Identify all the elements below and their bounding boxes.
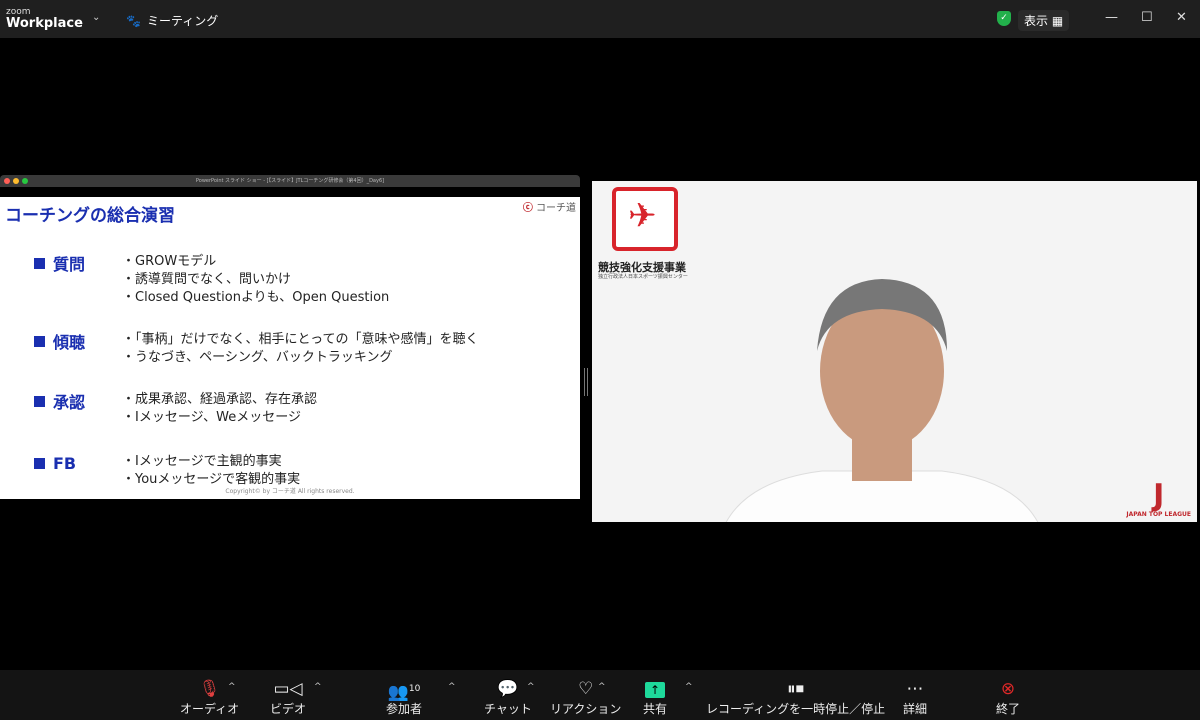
minimize-button[interactable]: — bbox=[1105, 10, 1118, 25]
chat-icon: 💬 bbox=[497, 679, 519, 699]
brand-logo: ⓒ コーチ道 bbox=[522, 203, 576, 214]
video-camera-icon: ▭◁ bbox=[273, 679, 303, 699]
participants-button[interactable]: 👥10 参加者 bbox=[386, 678, 422, 717]
heart-icon: ♡ bbox=[578, 679, 594, 699]
jtl-logo: J JAPAN TOP LEAGUE bbox=[1126, 478, 1191, 519]
share-options-caret[interactable]: ^ bbox=[685, 682, 693, 692]
grid-icon: ▦ bbox=[1051, 14, 1064, 28]
chevron-down-icon[interactable]: ⌄ bbox=[92, 12, 100, 23]
slide: コーチングの総合演習 ⓒ コーチ道 質問 ・GROWモデル ・誘導質問でなく、問い… bbox=[0, 197, 580, 499]
participant-video: ✈ 競技強化支援事業 独立行政法人日本スポーツ振興センター J JAPAN TOP… bbox=[592, 181, 1197, 522]
powerpoint-window-bar: PowerPoint スライド ショー - [【スライド】JTLコーチング研修会… bbox=[0, 175, 580, 187]
reactions-options-caret[interactable]: ^ bbox=[598, 682, 606, 692]
video-options-caret[interactable]: ^ bbox=[314, 682, 322, 692]
bullet-square-icon bbox=[34, 257, 45, 269]
more-dots-icon: ⋯ bbox=[906, 679, 924, 699]
close-button[interactable]: ✕ bbox=[1176, 10, 1187, 25]
split-resize-handle[interactable] bbox=[584, 368, 588, 396]
chat-button[interactable]: 💬 チャット bbox=[484, 678, 532, 717]
mic-muted-icon: 🎙 bbox=[198, 679, 221, 699]
bullet-square-icon bbox=[34, 395, 45, 407]
screen-share: PowerPoint スライド ショー - [【スライド】JTLコーチング研修会… bbox=[0, 175, 580, 523]
maximize-button[interactable]: ☐ bbox=[1141, 10, 1153, 25]
view-button[interactable]: 表示 ▦ bbox=[1018, 10, 1070, 31]
recording-button[interactable]: ⏸⏹ レコーディングを一時停止／停止 bbox=[706, 678, 885, 717]
section-listening: 傾聴 ・「事柄」だけでなく、相手にとっての「意味や感情」を聴く ・うなづき、ペーシ… bbox=[34, 331, 478, 367]
close-dot[interactable] bbox=[4, 178, 10, 184]
participants-options-caret[interactable]: ^ bbox=[448, 682, 456, 692]
reactions-button[interactable]: ♡ リアクション bbox=[550, 678, 621, 717]
jsc-logo: ✈ bbox=[612, 187, 678, 251]
audio-options-caret[interactable]: ^ bbox=[228, 682, 236, 692]
meeting-toolbar: 🎙 オーディオ ^ ▭◁ ビデオ ^ 👥10 参加者 ^ 💬 チャット ^ ♡ リアクショ… bbox=[0, 670, 1200, 720]
share-arrow-icon: ↑ bbox=[645, 682, 665, 698]
section-feedback: FB ・Iメッセージで主観的事実 ・Youメッセージで客観的事実 bbox=[34, 453, 300, 489]
shield-check-icon[interactable]: ✓ bbox=[997, 11, 1011, 26]
more-button[interactable]: ⋯ 詳細 bbox=[903, 678, 927, 717]
end-button[interactable]: ⊗ 終了 bbox=[996, 678, 1020, 717]
minimize-dot[interactable] bbox=[13, 178, 19, 184]
speaker-silhouette bbox=[725, 279, 1039, 522]
paw-icon: 🐾 bbox=[126, 13, 141, 28]
bullet-square-icon bbox=[34, 457, 45, 469]
chat-options-caret[interactable]: ^ bbox=[527, 682, 535, 692]
video-button[interactable]: ▭◁ ビデオ bbox=[270, 678, 306, 717]
title-bar: zoom Workplace ⌄ 🐾 ミーティング ✓ 表示 ▦ — ☐ ✕ bbox=[0, 0, 1200, 38]
meeting-menu[interactable]: 🐾 ミーティング bbox=[126, 12, 218, 29]
bullet-square-icon bbox=[34, 335, 45, 347]
share-button[interactable]: ↑ 共有 bbox=[643, 678, 667, 717]
slide-title: コーチングの総合演習 bbox=[5, 206, 175, 226]
zoom-dot[interactable] bbox=[22, 178, 28, 184]
end-x-icon: ⊗ bbox=[1000, 679, 1016, 699]
section-question: 質問 ・GROWモデル ・誘導質問でなく、問いかけ ・Closed Question… bbox=[34, 253, 389, 307]
section-acknowledgement: 承認 ・成果承認、経過承認、存在承認 ・Iメッセージ、Weメッセージ bbox=[34, 391, 317, 427]
pause-stop-icon: ⏸⏹ bbox=[787, 679, 805, 699]
bird-icon: ✈ bbox=[628, 196, 657, 236]
zoom-logo: zoom Workplace bbox=[6, 7, 83, 31]
